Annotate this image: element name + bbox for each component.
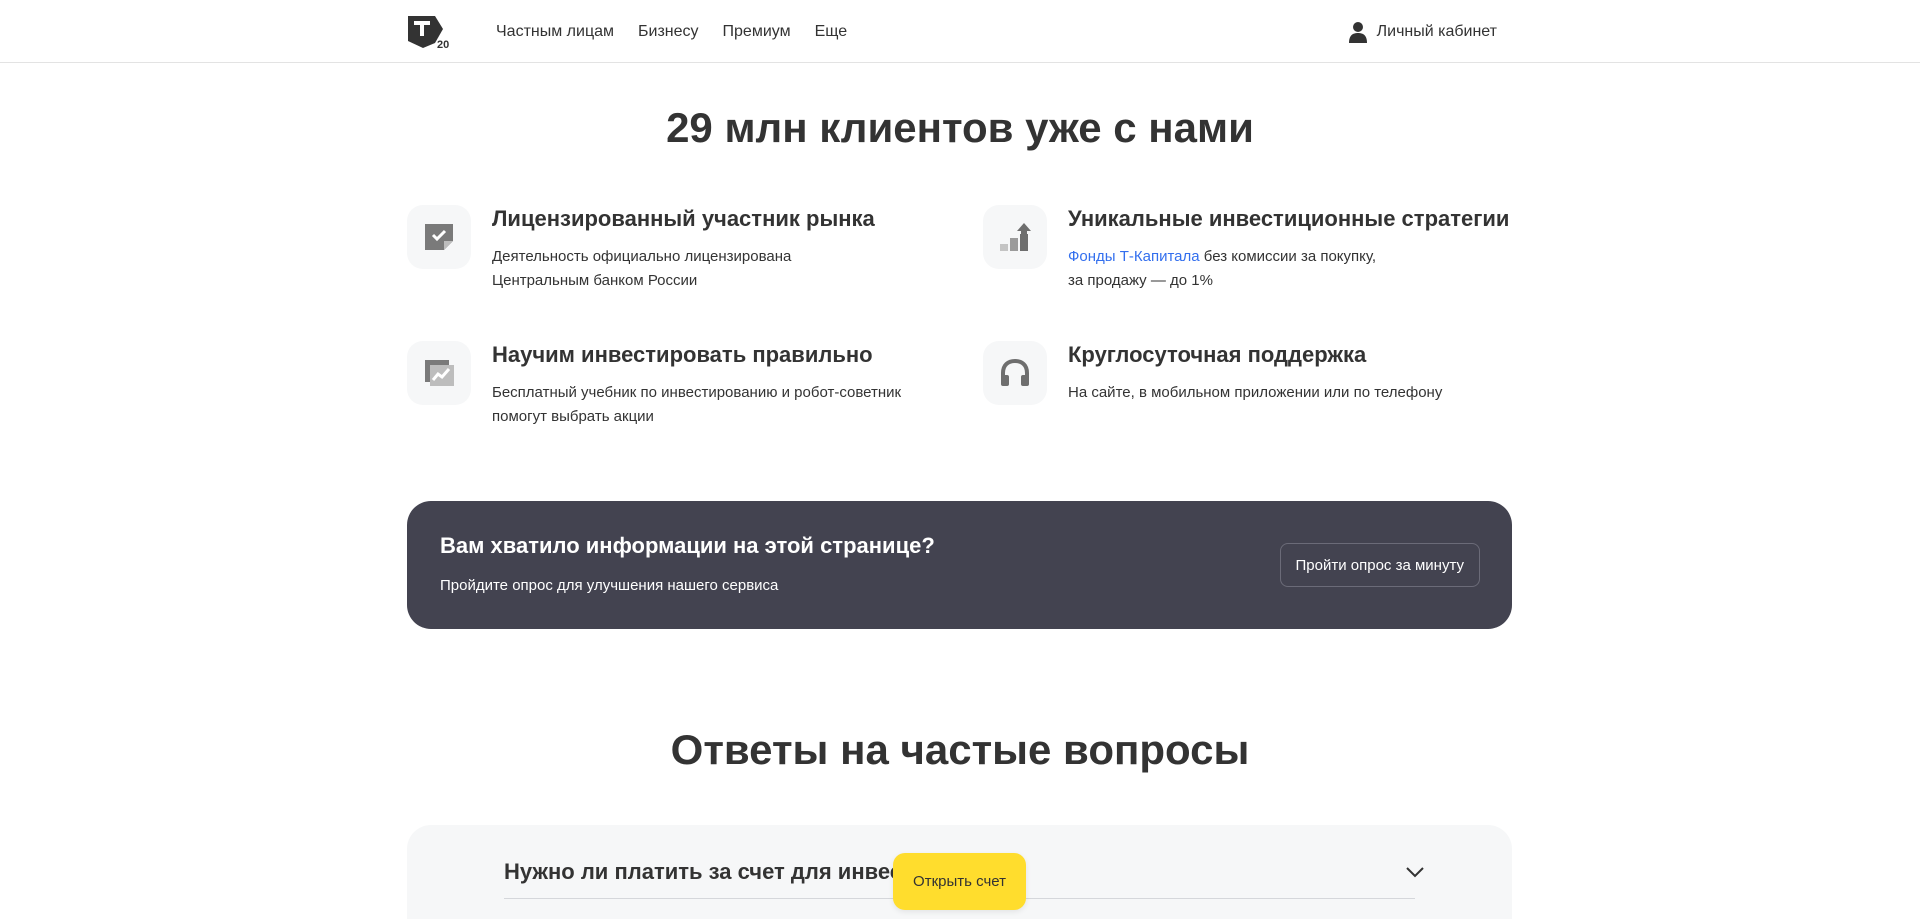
- feature-desc: Фонды Т-Капитала без комиссии за покупку…: [1068, 245, 1528, 293]
- logo[interactable]: 20: [407, 15, 451, 49]
- survey-button[interactable]: Пройти опрос за минуту: [1279, 543, 1480, 587]
- logo-shield-icon: 20: [408, 15, 449, 49]
- feature-desc-line: Бесплатный учебник по инвестированию и р…: [492, 384, 902, 401]
- nav-item-premium[interactable]: Премиум: [723, 23, 791, 41]
- feature-desc-line: На сайте, в мобильном приложении или по …: [1068, 384, 1443, 401]
- nav-item-business[interactable]: Бизнесу: [638, 23, 699, 41]
- main-nav: Частным лицам Бизнесу Премиум Еще: [496, 23, 847, 41]
- header-inner: 20 Частным лицам Бизнесу Премиум Еще Лич…: [407, 0, 1497, 63]
- growth-chart-icon: [983, 205, 1047, 269]
- license-check-icon: [407, 205, 471, 269]
- feature-desc-line: за продажу — до 1%: [1068, 272, 1213, 289]
- feature-desc: Деятельность официально лицензирована Це…: [492, 245, 952, 293]
- feature-licensed: Лицензированный участник рынка Деятельно…: [407, 205, 947, 315]
- feature-desc-line: Деятельность официально лицензирована: [492, 248, 792, 265]
- feature-support: Круглосуточная поддержка На сайте, в моб…: [983, 341, 1523, 451]
- header: 20 Частным лицам Бизнесу Премиум Еще Лич…: [0, 0, 1920, 63]
- survey-banner: Вам хватило информации на этой странице?…: [407, 501, 1512, 629]
- feature-desc-line: Центральным банком России: [492, 272, 698, 289]
- survey-title: Вам хватило информации на этой странице?: [440, 533, 935, 558]
- chevron-down-icon[interactable]: [1405, 865, 1425, 879]
- feature-desc-line: Фонды Т-Капитала без комиссии за покупку…: [1068, 245, 1528, 269]
- logo-badge: 20: [437, 39, 449, 49]
- faq-title: Ответы на частые вопросы: [670, 726, 1250, 773]
- survey-subtitle: Пройдите опрос для улучшения нашего серв…: [440, 577, 779, 594]
- nav-item-private[interactable]: Частным лицам: [496, 23, 614, 41]
- feature-education: Научим инвестировать правильно Бесплатны…: [407, 341, 947, 451]
- feature-desc-line: помогут выбрать акции: [492, 408, 654, 425]
- user-icon: [1348, 21, 1367, 43]
- account-label: Личный кабинет: [1376, 22, 1497, 40]
- feature-title: Лицензированный участник рынка: [492, 206, 875, 231]
- page: 20 Частным лицам Бизнесу Премиум Еще Лич…: [0, 0, 1920, 919]
- feature-desc-rest: без комиссии за покупку,: [1199, 248, 1377, 265]
- hero-title: 29 млн клиентов уже с нами: [666, 104, 1254, 151]
- feature-desc: Бесплатный учебник по инвестированию и р…: [492, 381, 952, 429]
- nav-item-more[interactable]: Еще: [815, 23, 848, 41]
- account-link[interactable]: Личный кабинет: [1348, 21, 1497, 43]
- feature-title: Научим инвестировать правильно: [492, 342, 873, 367]
- headphones-icon: [983, 341, 1047, 405]
- faq-question[interactable]: Нужно ли платить за счет для инвест: [504, 859, 913, 885]
- feature-title: Круглосуточная поддержка: [1068, 342, 1367, 367]
- textbook-chart-icon: [407, 341, 471, 405]
- feature-desc: На сайте, в мобильном приложении или по …: [1068, 381, 1528, 405]
- feature-title: Уникальные инвестиционные стратегии: [1068, 206, 1510, 231]
- open-account-button[interactable]: Открыть счет: [893, 853, 1026, 910]
- features-grid: Лицензированный участник рынка Деятельно…: [407, 205, 1509, 445]
- funds-link[interactable]: Фонды Т-Капитала: [1068, 248, 1200, 265]
- feature-strategies: Уникальные инвестиционные стратегии Фонд…: [983, 205, 1523, 315]
